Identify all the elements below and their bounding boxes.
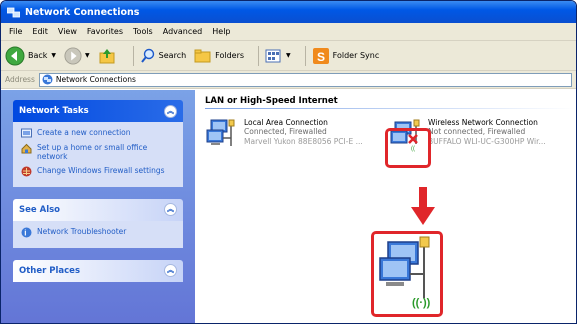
folder-sync-icon: S xyxy=(312,47,329,64)
back-dropdown-icon[interactable]: ▼ xyxy=(51,52,56,59)
help-icon: i xyxy=(21,227,32,238)
svg-text:((·)): ((·)) xyxy=(412,297,431,309)
connection-device: Marvell Yukon 88E8056 PCI-E ... xyxy=(244,136,363,146)
task-label: Create a new connection xyxy=(37,128,131,137)
menu-advanced[interactable]: Advanced xyxy=(163,27,203,36)
wireless-connection-connected-icon: ((·)) xyxy=(379,236,431,309)
menu-edit[interactable]: Edit xyxy=(32,27,48,36)
forward-arrow-icon xyxy=(64,46,82,65)
task-label: Network Troubleshooter xyxy=(37,226,127,236)
network-tasks-header[interactable]: Network Tasks ︽ xyxy=(13,100,183,122)
task-create-connection[interactable]: Create a new connection xyxy=(21,128,175,139)
task-pane: Network Tasks ︽ Create a new connection xyxy=(1,90,195,323)
menu-view[interactable]: View xyxy=(58,27,77,36)
task-firewall-settings[interactable]: Change Windows Firewall settings xyxy=(21,166,175,177)
menu-bar: File Edit View Favorites Tools Advanced … xyxy=(1,23,576,41)
svg-text:S: S xyxy=(317,50,325,64)
connections-view: LAN or High-Speed Internet Local Area Co… xyxy=(195,90,576,323)
search-icon xyxy=(140,48,154,63)
network-tasks-title: Network Tasks xyxy=(19,106,89,116)
views-dropdown-icon[interactable]: ▼ xyxy=(286,52,291,59)
task-label: Change Windows Firewall settings xyxy=(37,165,165,175)
other-places-header[interactable]: Other Places ︽ xyxy=(13,259,183,282)
wireless-icon-zoom-highlight: ((·)) xyxy=(371,231,443,317)
connection-name: Wireless Network Connection xyxy=(428,118,538,127)
network-connections-icon xyxy=(7,7,20,17)
back-arrow-icon xyxy=(5,46,25,65)
folder-sync-label: Folder Sync xyxy=(332,51,380,60)
back-label: Back xyxy=(28,51,48,60)
menu-tools[interactable]: Tools xyxy=(133,27,153,36)
network-tasks-body: Create a new connection Set up a home or… xyxy=(13,122,183,187)
toolbar: Back ▼ ▼ Search Folders ▼ S Folder Sync xyxy=(1,41,576,71)
address-bar: Address Network Connections xyxy=(1,71,576,89)
forward-dropdown-icon[interactable]: ▼ xyxy=(85,52,90,59)
network-connections-icon xyxy=(42,74,53,85)
network-connections-window: Network Connections File Edit View Favor… xyxy=(0,0,577,324)
menu-favorites[interactable]: Favorites xyxy=(87,27,123,36)
down-arrow-icon xyxy=(411,187,435,225)
group-divider xyxy=(205,108,575,109)
firewall-icon xyxy=(21,166,32,177)
see-also-body: i Network Troubleshooter xyxy=(13,220,183,248)
up-folder-icon xyxy=(99,48,115,63)
views-icon xyxy=(265,49,281,62)
toolbar-separator xyxy=(304,45,306,66)
views-button[interactable]: ▼ xyxy=(265,49,291,63)
connection-device: BUFFALO WLI-UC-G300HP Wir... xyxy=(428,136,546,146)
forward-button[interactable]: ▼ xyxy=(64,46,90,65)
address-value: Network Connections xyxy=(55,75,136,84)
address-field[interactable]: Network Connections xyxy=(38,72,572,87)
network-tasks-panel: Network Tasks ︽ Create a new connection xyxy=(13,100,183,187)
search-button[interactable]: Search xyxy=(140,48,186,64)
task-network-troubleshooter[interactable]: i Network Troubleshooter xyxy=(21,227,175,238)
toolbar-separator xyxy=(258,45,260,66)
menu-file[interactable]: File xyxy=(9,27,22,36)
local-area-connection[interactable]: Local Area Connection Connected, Firewal… xyxy=(205,118,363,152)
connection-status: Connected, Firewalled xyxy=(244,127,327,137)
folders-icon xyxy=(194,49,211,62)
toolbar-separator xyxy=(132,45,134,66)
folders-label: Folders xyxy=(215,51,245,60)
folder-sync-button[interactable]: S Folder Sync xyxy=(312,47,380,65)
svg-text:i: i xyxy=(24,228,26,237)
up-folder-button[interactable] xyxy=(98,47,119,65)
other-places-title: Other Places xyxy=(19,265,80,276)
back-button[interactable]: Back ▼ xyxy=(5,46,56,66)
lan-connection-icon xyxy=(206,119,235,146)
home-network-icon xyxy=(21,143,32,154)
see-also-title: See Also xyxy=(19,204,61,215)
other-places-panel: Other Places ︽ xyxy=(13,259,183,282)
collapse-chevron-icon[interactable]: ︽ xyxy=(164,264,177,278)
address-label: Address xyxy=(5,75,35,84)
new-connection-icon xyxy=(21,128,32,138)
connection-name: Local Area Connection xyxy=(244,118,328,127)
task-home-network[interactable]: Set up a home or small office network xyxy=(21,143,175,162)
wireless-icon-highlight xyxy=(385,128,431,168)
folders-button[interactable]: Folders xyxy=(194,48,244,64)
menu-help[interactable]: Help xyxy=(212,27,230,36)
search-label: Search xyxy=(158,51,187,60)
title-bar: Network Connections xyxy=(1,1,576,23)
collapse-chevron-icon[interactable]: ︽ xyxy=(164,104,177,118)
group-title: LAN or High-Speed Internet xyxy=(205,96,338,106)
see-also-panel: See Also ︽ i Network Troubleshooter xyxy=(13,198,183,248)
see-also-header[interactable]: See Also ︽ xyxy=(13,198,183,221)
collapse-chevron-icon[interactable]: ︽ xyxy=(164,203,177,217)
window-title: Network Connections xyxy=(25,6,140,18)
connection-status: Not connected, Firewalled xyxy=(428,127,526,137)
task-label: Set up a home or small office network xyxy=(37,143,148,162)
